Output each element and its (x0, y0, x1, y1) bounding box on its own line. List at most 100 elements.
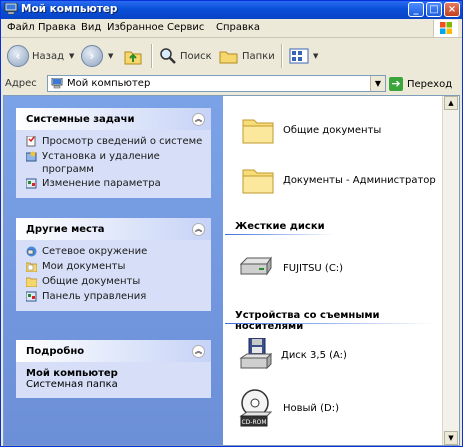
add-remove-programs-icon (26, 151, 37, 162)
folder-icon (26, 277, 37, 287)
item-label: Общие документы (283, 124, 382, 136)
admin-documents-folder[interactable]: Документы - Администратор (241, 164, 436, 196)
drive-c[interactable]: FUJITSU (C:) (237, 254, 343, 282)
menu-file[interactable]: Файл (7, 22, 35, 33)
task-add-remove-programs[interactable]: Установка и удаление программ (16, 150, 211, 177)
search-label: Поиск (180, 50, 212, 62)
task-label: Изменение параметра (42, 178, 161, 189)
other-places-header[interactable]: Другие места ︽ (16, 218, 211, 240)
other-places-title: Другие места (26, 224, 105, 235)
windows-logo-icon (433, 20, 458, 37)
details-header[interactable]: Подробно ︽ (16, 340, 211, 362)
place-my-documents[interactable]: Мои документы (16, 260, 211, 275)
system-tasks-header[interactable]: Системные задачи ︽ (16, 108, 211, 130)
folder-icon (242, 169, 274, 194)
my-computer-icon (51, 78, 63, 89)
drive-d[interactable]: CD-ROM Новый (D:) (237, 388, 339, 428)
address-value: Мой компьютер (67, 78, 151, 89)
go-label: Переход (407, 78, 453, 90)
details-title: Подробно (26, 346, 85, 357)
system-tasks-panel: Системные задачи ︽ Просмотр сведений о с… (16, 108, 211, 198)
explorer-window: Мой компьютер _ □ × Файл Правка Вид Избр… (0, 0, 463, 447)
folder-icon (242, 119, 274, 144)
control-panel-icon (26, 291, 37, 302)
go-button[interactable]: ➔ Переход (389, 76, 452, 92)
toolbar: ‹ Назад ▼ › ▼ Поиск Папки ▼ (1, 38, 462, 75)
back-arrow-icon: ‹ (7, 45, 29, 67)
scroll-up-button[interactable]: ▲ (444, 96, 458, 110)
item-label: Новый (D:) (283, 402, 339, 414)
menu-edit[interactable]: Правка (38, 22, 76, 33)
details-name: Мой компьютер (26, 368, 118, 379)
task-pane: Системные задачи ︽ Просмотр сведений о с… (4, 96, 223, 445)
minimize-button[interactable]: _ (408, 2, 424, 17)
go-arrow-icon: ➔ (389, 77, 403, 91)
shared-documents-folder[interactable]: Общие документы (241, 114, 381, 146)
chevron-down-icon[interactable]: ▼ (108, 52, 113, 60)
place-shared-documents[interactable]: Общие документы (16, 275, 211, 290)
collapse-icon[interactable]: ︽ (192, 345, 205, 358)
chevron-down-icon[interactable]: ▼ (69, 52, 74, 60)
forward-arrow-icon: › (81, 45, 103, 67)
place-network[interactable]: Сетевое окружение (16, 245, 211, 260)
cd-rom-icon: CD-ROM (239, 389, 273, 427)
window-title: Мой компьютер (21, 3, 118, 15)
address-input[interactable]: Мой компьютер ▼ (47, 75, 386, 92)
toolbar-separator (151, 44, 153, 68)
vertical-scrollbar[interactable]: ▲ ▼ (442, 96, 459, 445)
system-info-icon (26, 136, 36, 147)
toolbar-separator (281, 44, 283, 68)
place-label: Общие документы (42, 276, 141, 287)
drive-a[interactable]: Диск 3,5 (A:) (239, 338, 347, 372)
system-tasks-title: Системные задачи (26, 114, 135, 125)
scroll-down-button[interactable]: ▼ (444, 431, 458, 445)
removable-header: Устройства со съемными носителями (235, 310, 380, 332)
menu-bar: Файл Правка Вид Избранное Сервис Справка (1, 19, 462, 38)
chevron-down-icon[interactable]: ▼ (313, 52, 318, 60)
search-button[interactable]: Поиск (159, 41, 212, 71)
details-panel: Подробно ︽ Мой компьютер Системная папка (16, 340, 211, 398)
place-control-panel[interactable]: Панель управления (16, 290, 211, 305)
place-label: Сетевое окружение (42, 246, 148, 257)
network-places-icon (26, 246, 37, 257)
details-type: Системная папка (26, 379, 118, 390)
item-label: Диск 3,5 (A:) (281, 349, 347, 361)
task-label: Установка и удаление программ (42, 151, 160, 175)
back-button[interactable]: ‹ Назад ▼ (7, 41, 74, 71)
item-label: Документы - Администратор (283, 174, 436, 186)
place-label: Панель управления (42, 291, 147, 302)
item-label: FUJITSU (C:) (283, 262, 344, 274)
close-button[interactable]: × (444, 2, 460, 17)
menu-help[interactable]: Справка (216, 22, 260, 33)
floppy-drive-icon (239, 338, 273, 370)
group-divider (225, 323, 435, 324)
cd-rom-badge: CD-ROM (241, 419, 266, 426)
search-icon (160, 48, 176, 64)
task-change-setting[interactable]: Изменение параметра (16, 177, 211, 192)
views-button[interactable]: ▼ (289, 41, 318, 71)
task-view-system-info[interactable]: Просмотр сведений о системе (16, 135, 211, 150)
menu-view[interactable]: Вид (81, 22, 101, 33)
up-folder-button[interactable] (123, 41, 143, 71)
hard-drive-icon (239, 256, 272, 276)
views-icon (289, 48, 309, 64)
forward-button[interactable]: › ▼ (81, 41, 113, 71)
maximize-button[interactable]: □ (426, 2, 442, 17)
folder-up-icon (124, 51, 142, 65)
folders-button[interactable]: Папки (219, 41, 275, 71)
content-area: Системные задачи ︽ Просмотр сведений о с… (3, 95, 460, 446)
file-view: Общие документы Документы - Администрато… (223, 96, 443, 445)
menu-favorites[interactable]: Избранное (107, 22, 164, 33)
back-label: Назад (32, 50, 65, 62)
collapse-icon[interactable]: ︽ (192, 113, 205, 126)
address-label: Адрес (5, 78, 37, 89)
address-dropdown-button[interactable]: ▼ (370, 76, 385, 91)
place-label: Мои документы (42, 261, 126, 272)
hard-drives-header: Жесткие диски (235, 221, 325, 232)
control-panel-icon (26, 178, 37, 189)
collapse-icon[interactable]: ︽ (192, 223, 205, 236)
title-bar[interactable]: Мой компьютер _ □ × (1, 1, 462, 19)
other-places-panel: Другие места ︽ Сетевое окружение Мои док… (16, 218, 211, 311)
folders-label: Папки (242, 50, 275, 62)
menu-tools[interactable]: Сервис (167, 22, 204, 33)
